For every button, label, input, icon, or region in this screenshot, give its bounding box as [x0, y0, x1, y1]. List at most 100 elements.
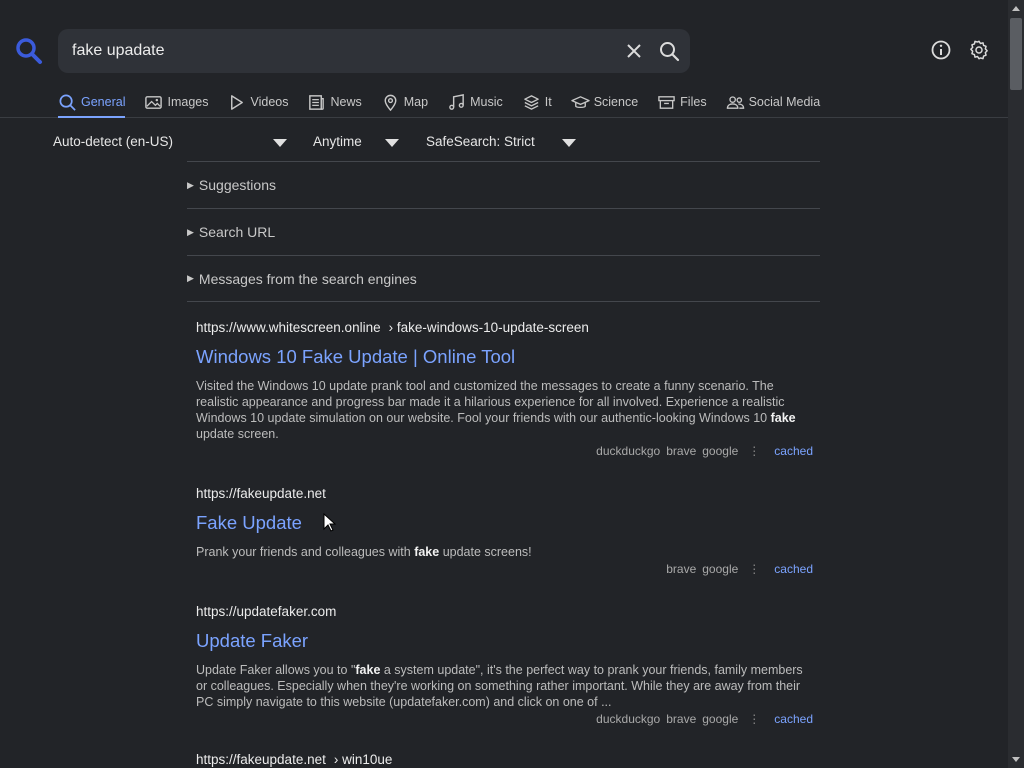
chevron-down-icon: [562, 139, 576, 147]
engine-messages-toggle[interactable]: ▶ Messages from the search engines: [187, 255, 820, 302]
engine-label: google: [702, 712, 739, 726]
result-snippet: Visited the Windows 10 update prank tool…: [196, 378, 808, 442]
cached-link[interactable]: cached: [774, 712, 813, 726]
results-sidebar-sections: ▶ Suggestions ▶ Search URL ▶ Messages fr…: [187, 161, 820, 302]
result-url[interactable]: https://updatefaker.com: [196, 604, 816, 622]
tab-label: Science: [593, 95, 639, 109]
snippet-highlight: fake: [414, 545, 440, 559]
snippet-text: update screens!: [439, 545, 532, 559]
results-list: https://www.whitescreen.online › fake-win…: [196, 320, 816, 768]
result-engines: duckduckgo brave google ⋮ cached: [196, 444, 816, 462]
search-box: [58, 29, 690, 73]
search-input[interactable]: [72, 29, 612, 73]
search-logo-icon[interactable]: [14, 36, 44, 66]
result-snippet: Prank your friends and colleagues with f…: [196, 544, 808, 560]
snippet-text: Update Faker allows you to ": [196, 663, 356, 677]
tab-map[interactable]: Map: [381, 90, 428, 114]
engine-label: brave: [666, 712, 697, 726]
section-label: Search URL: [198, 224, 276, 240]
category-tabs: General Images Videos News Map Music It: [58, 90, 839, 118]
result-url[interactable]: https://fakeupdate.net › win10ue: [196, 752, 816, 768]
result-url[interactable]: https://www.whitescreen.online › fake-win…: [196, 320, 816, 338]
triangle-right-icon: ▶: [187, 226, 194, 237]
language-select[interactable]: Auto-detect (en-US): [53, 134, 289, 154]
tab-it[interactable]: It: [522, 90, 552, 114]
language-value: Auto-detect (en-US): [53, 134, 174, 149]
time-range-select[interactable]: Anytime: [313, 134, 401, 154]
tab-science[interactable]: Science: [570, 90, 639, 114]
section-label: Suggestions: [198, 177, 276, 193]
result-title-link[interactable]: Windows 10 Fake Update | Online Tool: [196, 346, 816, 372]
result-item: https://updatefaker.com Update Faker Upd…: [196, 604, 816, 752]
tab-label: Files: [680, 95, 707, 109]
graduation-cap-icon: [570, 95, 590, 108]
result-item: https://fakeupdate.net › win10ue: [196, 752, 816, 768]
search-filters: Auto-detect (en-US) Anytime SafeSearch: …: [53, 134, 593, 154]
result-engines: duckduckgo brave google ⋮ cached: [196, 712, 816, 730]
result-path: › win10ue: [333, 752, 393, 767]
header: General Images Videos News Map Music It: [0, 0, 1008, 118]
tab-images[interactable]: Images: [144, 90, 208, 114]
snippet-highlight: fake: [355, 663, 381, 677]
scroll-up-arrow-icon[interactable]: [1012, 6, 1020, 11]
engine-label: duckduckgo: [596, 444, 661, 458]
result-url[interactable]: https://fakeupdate.net: [196, 486, 816, 504]
triangle-right-icon: ▶: [187, 273, 194, 283]
cached-link[interactable]: cached: [774, 444, 813, 458]
more-vertical-icon: ⋮: [748, 562, 761, 576]
time-range-value: Anytime: [313, 134, 362, 149]
tab-news[interactable]: News: [307, 90, 362, 114]
tab-label: Map: [403, 95, 429, 109]
result-host: https://updatefaker.com: [196, 604, 337, 619]
triangle-right-icon: ▶: [187, 179, 194, 190]
result-item: https://www.whitescreen.online › fake-win…: [196, 320, 816, 486]
search-icon: [59, 94, 76, 111]
mouse-cursor-icon: [323, 513, 336, 532]
search-icon[interactable]: [658, 40, 680, 62]
tab-label: Videos: [250, 95, 289, 109]
newspaper-icon: [309, 94, 325, 110]
result-snippet: Update Faker allows you to "fake a syste…: [196, 662, 808, 710]
tab-files[interactable]: Files: [657, 90, 707, 114]
music-note-icon: [449, 93, 464, 110]
people-icon: [726, 95, 744, 109]
tab-music[interactable]: Music: [447, 90, 503, 114]
result-engines: brave google ⋮ cached: [196, 562, 816, 580]
archive-icon: [658, 95, 675, 109]
engine-label: duckduckgo: [596, 712, 661, 726]
chevron-down-icon: [273, 139, 287, 147]
snippet-text: Prank your friends and colleagues with: [196, 545, 415, 559]
tab-general[interactable]: General: [58, 90, 126, 118]
result-item: https://fakeupdate.net Fake Update Prank…: [196, 486, 816, 604]
snippet-text: update screen.: [196, 427, 279, 441]
page-scrollbar[interactable]: [1008, 0, 1024, 768]
engine-label: brave: [666, 562, 697, 576]
play-icon: [231, 94, 244, 110]
tab-videos[interactable]: Videos: [227, 90, 288, 114]
search-url-toggle[interactable]: ▶ Search URL: [187, 208, 820, 255]
chevron-down-icon: [385, 139, 399, 147]
tab-social-media[interactable]: Social Media: [726, 90, 821, 114]
result-host: https://fakeupdate.net: [196, 486, 326, 501]
snippet-text: Visited the Windows 10 update prank tool…: [196, 379, 785, 425]
suggestions-toggle[interactable]: ▶ Suggestions: [187, 161, 820, 208]
gear-icon[interactable]: [968, 39, 990, 61]
info-icon[interactable]: [930, 39, 952, 61]
section-label: Messages from the search engines: [198, 270, 417, 287]
tab-label: News: [330, 95, 362, 109]
tab-label: Images: [167, 95, 209, 109]
result-title-link[interactable]: Fake Update: [196, 512, 816, 538]
cached-link[interactable]: cached: [774, 562, 813, 576]
result-title-link[interactable]: Update Faker: [196, 630, 816, 656]
map-pin-icon: [384, 94, 397, 111]
tab-label: It: [544, 95, 552, 109]
safesearch-select[interactable]: SafeSearch: Strict: [426, 134, 578, 154]
engine-label: google: [702, 444, 739, 458]
scroll-down-arrow-icon[interactable]: [1012, 757, 1020, 762]
scrollbar-thumb[interactable]: [1010, 18, 1022, 90]
tab-label: Social Media: [748, 95, 821, 109]
clear-icon[interactable]: [624, 41, 644, 61]
result-host: https://fakeupdate.net: [196, 752, 326, 767]
result-path: › fake-windows-10-update-screen: [388, 320, 589, 335]
image-icon: [145, 95, 163, 109]
